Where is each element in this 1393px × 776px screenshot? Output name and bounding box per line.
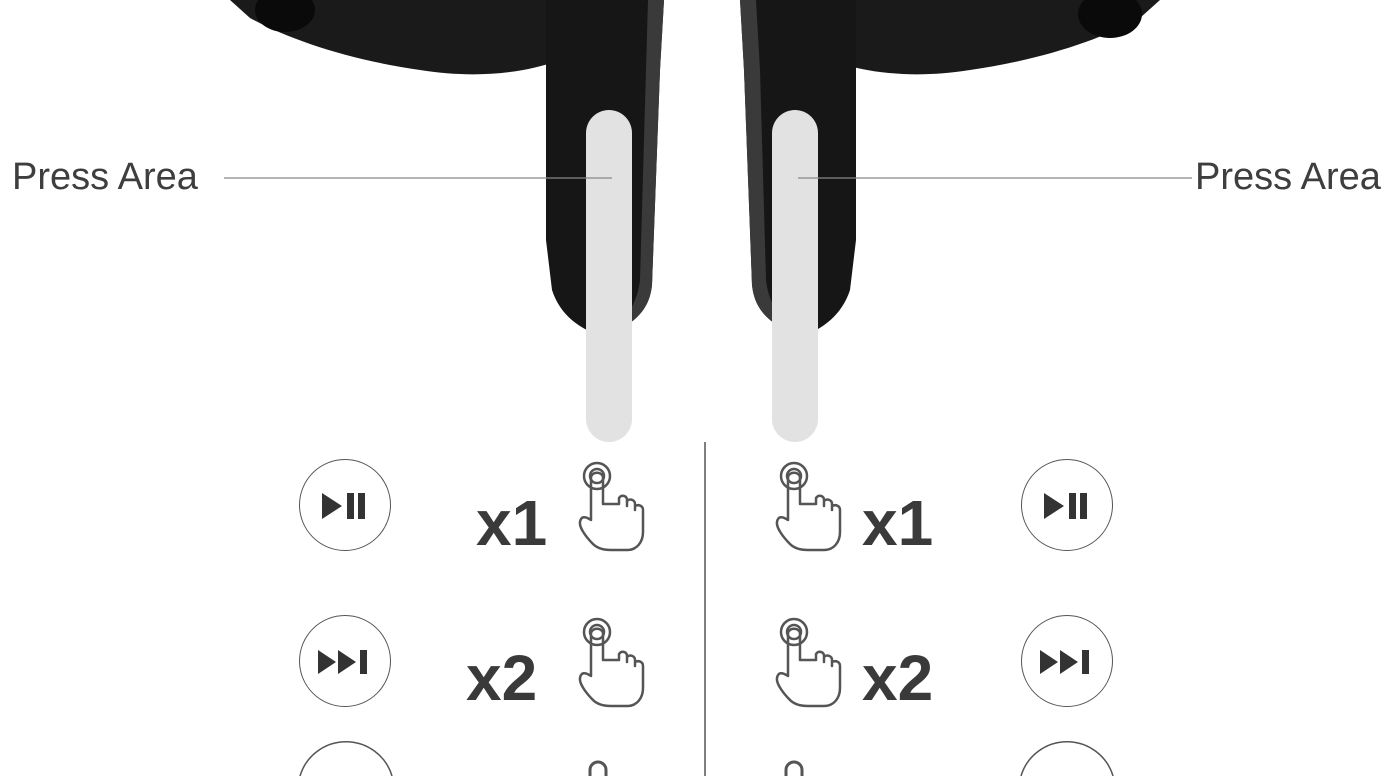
left-press-area[interactable] [586,110,632,442]
single-tap-multiplier-left: x1 [476,487,548,559]
next-track-icon [299,615,391,707]
tap-hand-icon [772,614,844,710]
tap-hand-icon [772,458,844,554]
partial-left-hand [588,760,608,776]
double-tap-multiplier-right: x2 [862,642,934,714]
partial-right-circle [1020,740,1114,776]
right-press-area[interactable] [772,110,818,442]
partial-right-hand [784,760,804,776]
single-tap-multiplier-right: x1 [862,487,934,559]
tap-hand-icon [575,614,647,710]
play-pause-icon [1021,459,1113,551]
partial-left-circle [299,740,393,776]
play-pause-icon [299,459,391,551]
earbuds-illustration [224,0,1192,776]
left-press-area-label: Press Area [12,156,198,198]
tap-hand-icon [575,458,647,554]
next-track-icon [1021,615,1113,707]
double-tap-multiplier-left: x2 [466,642,538,714]
right-press-area-label: Press Area [1195,156,1381,198]
